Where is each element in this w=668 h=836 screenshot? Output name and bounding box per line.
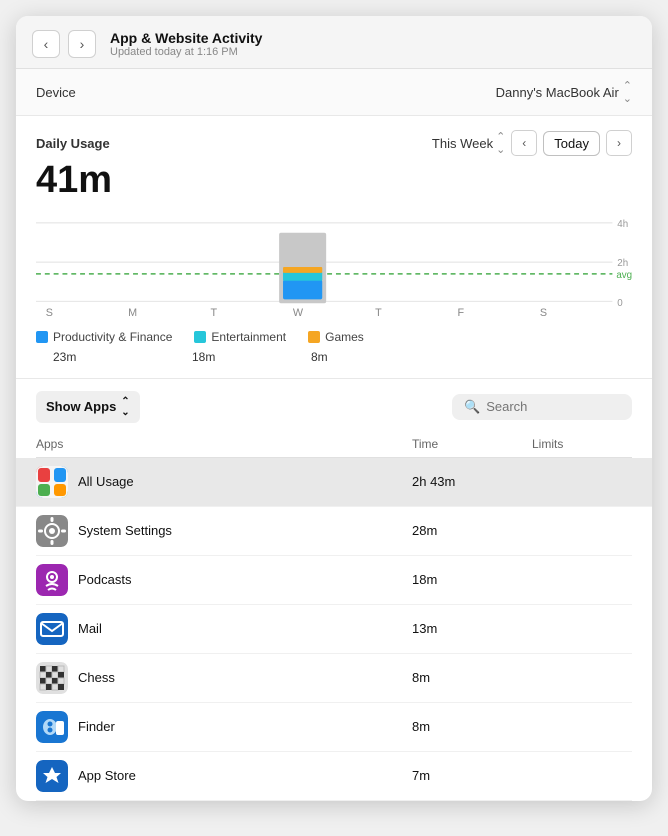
app-name: Podcasts bbox=[78, 572, 131, 587]
games-dot bbox=[308, 331, 320, 343]
app-time: 7m bbox=[412, 768, 532, 783]
usage-time-value: 41m bbox=[36, 160, 632, 202]
week-label: This Week bbox=[432, 136, 493, 151]
main-window: ‹ › App & Website Activity Updated today… bbox=[16, 16, 652, 801]
week-selector[interactable]: This Week ⌃⌄ bbox=[432, 130, 505, 156]
table-row[interactable]: Finder 8m bbox=[36, 703, 632, 752]
app-time: 28m bbox=[412, 523, 532, 538]
app-name: System Settings bbox=[78, 523, 172, 538]
games-label: Games bbox=[325, 330, 364, 344]
search-icon: 🔍 bbox=[464, 399, 480, 415]
chart-svg: 4h 2h 0 avg S M T W T F S bbox=[36, 212, 632, 322]
app-time: 8m bbox=[412, 719, 532, 734]
app-info: App Store bbox=[36, 760, 412, 792]
daily-usage-label: Daily Usage bbox=[36, 136, 110, 151]
week-chevron-icon: ⌃⌄ bbox=[496, 130, 505, 156]
col-apps-header: Apps bbox=[36, 437, 412, 451]
svg-text:F: F bbox=[458, 307, 465, 319]
productivity-dot bbox=[36, 331, 48, 343]
col-time-header: Time bbox=[412, 437, 532, 451]
table-row[interactable]: System Settings 28m bbox=[36, 507, 632, 556]
svg-text:0: 0 bbox=[617, 298, 623, 309]
chess-icon bbox=[36, 662, 68, 694]
legend-entertainment: Entertainment bbox=[194, 330, 286, 344]
app-time: 18m bbox=[412, 572, 532, 587]
svg-text:4h: 4h bbox=[617, 219, 628, 230]
search-box[interactable]: 🔍 bbox=[452, 394, 632, 420]
legend-productivity: Productivity & Finance bbox=[36, 330, 172, 344]
app-info: Podcasts bbox=[36, 564, 412, 596]
col-limits-header: Limits bbox=[532, 437, 632, 451]
entertainment-time: 18m bbox=[192, 350, 272, 364]
svg-text:S: S bbox=[46, 307, 53, 319]
week-controls: This Week ⌃⌄ ‹ Today › bbox=[432, 130, 632, 156]
device-name: Danny's MacBook Air bbox=[496, 85, 619, 100]
device-selector[interactable]: Danny's MacBook Air ⌃⌄ bbox=[496, 79, 632, 105]
apps-toolbar: Show Apps ⌃⌄ 🔍 bbox=[36, 391, 632, 423]
show-apps-button[interactable]: Show Apps ⌃⌄ bbox=[36, 391, 140, 423]
app-name: All Usage bbox=[78, 474, 134, 489]
next-week-button[interactable]: › bbox=[606, 130, 632, 156]
table-row[interactable]: Chess 8m bbox=[36, 654, 632, 703]
bar-chart: 4h 2h 0 avg S M T W T F S bbox=[36, 212, 632, 322]
productivity-time: 23m bbox=[53, 350, 153, 364]
entertainment-label: Entertainment bbox=[211, 330, 286, 344]
appstore-icon bbox=[36, 760, 68, 792]
svg-text:2h: 2h bbox=[617, 258, 628, 269]
device-chevron-icon: ⌃⌄ bbox=[623, 79, 632, 105]
svg-text:T: T bbox=[210, 307, 217, 319]
device-label: Device bbox=[36, 85, 76, 100]
title-bar: ‹ › App & Website Activity Updated today… bbox=[16, 16, 652, 69]
search-input[interactable] bbox=[486, 399, 620, 414]
svg-text:W: W bbox=[293, 307, 304, 319]
table-row[interactable]: All Usage 2h 43m bbox=[16, 458, 652, 507]
table-row[interactable]: Podcasts 18m bbox=[36, 556, 632, 605]
finder-icon bbox=[36, 711, 68, 743]
title-info: App & Website Activity Updated today at … bbox=[110, 30, 636, 58]
legend-times: 23m 18m 8m bbox=[36, 350, 632, 364]
app-name: Mail bbox=[78, 621, 102, 636]
app-time: 8m bbox=[412, 670, 532, 685]
svg-text:S: S bbox=[540, 307, 547, 319]
app-info: Chess bbox=[36, 662, 412, 694]
table-header: Apps Time Limits bbox=[36, 433, 632, 458]
forward-button[interactable]: › bbox=[68, 30, 96, 58]
app-info: Finder bbox=[36, 711, 412, 743]
show-apps-chevron-icon: ⌃⌄ bbox=[121, 396, 129, 418]
today-button[interactable]: Today bbox=[543, 131, 600, 156]
usage-section: Daily Usage This Week ⌃⌄ ‹ Today › 41m 4… bbox=[16, 116, 652, 378]
back-button[interactable]: ‹ bbox=[32, 30, 60, 58]
all-usage-icon bbox=[36, 466, 68, 498]
app-name: Chess bbox=[78, 670, 115, 685]
window-title: App & Website Activity bbox=[110, 30, 636, 46]
app-name: App Store bbox=[78, 768, 136, 783]
svg-text:T: T bbox=[375, 307, 382, 319]
svg-text:avg: avg bbox=[616, 270, 632, 281]
table-row[interactable]: App Store 7m bbox=[36, 752, 632, 801]
games-time: 8m bbox=[311, 350, 328, 364]
window-subtitle: Updated today at 1:16 PM bbox=[110, 46, 636, 58]
app-info: System Settings bbox=[36, 515, 412, 547]
app-time: 2h 43m bbox=[412, 474, 532, 489]
legend-games: Games bbox=[308, 330, 364, 344]
productivity-label: Productivity & Finance bbox=[53, 330, 172, 344]
svg-text:M: M bbox=[128, 307, 137, 319]
device-section: Device Danny's MacBook Air ⌃⌄ bbox=[16, 69, 652, 116]
chart-legend: Productivity & Finance Entertainment Gam… bbox=[36, 330, 632, 344]
usage-header: Daily Usage This Week ⌃⌄ ‹ Today › bbox=[36, 130, 632, 156]
app-time: 13m bbox=[412, 621, 532, 636]
app-info: Mail bbox=[36, 613, 412, 645]
app-name: Finder bbox=[78, 719, 115, 734]
show-apps-label: Show Apps bbox=[46, 399, 116, 414]
entertainment-dot bbox=[194, 331, 206, 343]
prev-week-button[interactable]: ‹ bbox=[511, 130, 537, 156]
apps-section: Show Apps ⌃⌄ 🔍 Apps Time Limits All Usag… bbox=[16, 378, 652, 801]
app-info: All Usage bbox=[36, 466, 412, 498]
system-settings-icon bbox=[36, 515, 68, 547]
nav-buttons: ‹ › bbox=[32, 30, 96, 58]
table-row[interactable]: Mail 13m bbox=[36, 605, 632, 654]
podcasts-icon bbox=[36, 564, 68, 596]
mail-icon bbox=[36, 613, 68, 645]
